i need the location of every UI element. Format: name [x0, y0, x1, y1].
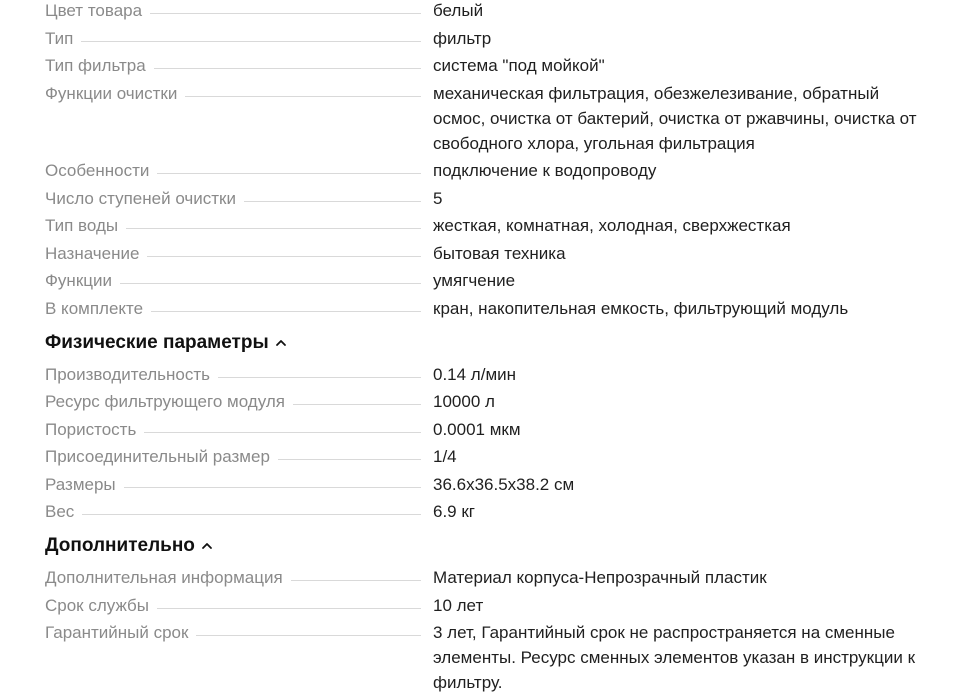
spec-label: Ресурс фильтрующего модуля [45, 392, 285, 411]
dotted-leader [153, 67, 421, 69]
dotted-leader [144, 431, 421, 433]
spec-row: Срок службы 10 лет [45, 593, 935, 618]
spec-value: жесткая, комнатная, холодная, сверхжестк… [433, 216, 791, 235]
dotted-leader [277, 458, 421, 460]
dotted-leader [243, 200, 421, 202]
chevron-up-icon[interactable] [201, 540, 213, 552]
dotted-leader [157, 172, 421, 174]
spec-label: В комплекте [45, 298, 144, 318]
spec-value: подключение к водопроводу [433, 161, 657, 180]
spec-value: кран, накопительная емкость, фильтрующий… [433, 298, 849, 318]
spec-label: Цвет товара [45, 1, 143, 20]
spec-label: Вес [45, 502, 75, 521]
spec-value: 36.6x36.5x38.2 см [433, 474, 575, 494]
spec-row: Функции очистки механическая фильтрация,… [45, 81, 935, 156]
spec-label: Пористость [45, 419, 137, 439]
dotted-leader [126, 227, 421, 229]
spec-row: Ресурс фильтрующего модуля 10000 л [45, 389, 935, 414]
dotted-leader [123, 486, 421, 488]
section-title: Физические параметры [45, 331, 269, 353]
spec-value: 6.9 кг [433, 502, 475, 521]
dotted-leader [292, 403, 421, 405]
spec-label: Тип [45, 28, 74, 48]
spec-value: 5 [433, 188, 443, 208]
dotted-leader [119, 282, 421, 284]
dotted-leader [156, 607, 421, 609]
spec-label: Функции [45, 271, 112, 290]
spec-row: Назначение бытовая техника [45, 241, 935, 266]
spec-value: умягчение [433, 271, 516, 290]
section-header-extra[interactable]: Дополнительно [45, 531, 935, 561]
dotted-leader [151, 310, 421, 312]
dotted-leader [196, 634, 421, 636]
spec-label: Присоединительный размер [45, 447, 270, 466]
spec-value: 3 лет, Гарантийный срок не распространяе… [433, 623, 916, 692]
spec-value: 0.0001 мкм [433, 419, 521, 439]
spec-row: Особенности подключение к водопроводу [45, 158, 935, 183]
spec-label: Тип фильтра [45, 56, 146, 75]
chevron-up-icon[interactable] [275, 337, 287, 349]
spec-label: Производительность [45, 364, 211, 384]
spec-row: Пористость 0.0001 мкм [45, 417, 935, 442]
spec-row: Гарантийный срок 3 лет, Гарантийный срок… [45, 620, 935, 695]
spec-row: Тип воды жесткая, комнатная, холодная, с… [45, 213, 935, 238]
dotted-leader [82, 513, 421, 515]
dotted-leader [81, 40, 421, 42]
spec-row: Дополнительная информация Материал корпу… [45, 565, 935, 590]
spec-label: Число ступеней очистки [45, 188, 236, 208]
spec-label: Тип воды [45, 216, 119, 235]
spec-value: система "под мойкой" [433, 56, 605, 75]
spec-label: Функции очистки [45, 83, 178, 103]
spec-label: Размеры [45, 474, 116, 494]
spec-value: белый [433, 1, 484, 20]
dotted-leader [185, 95, 421, 97]
spec-label: Особенности [45, 161, 150, 180]
dotted-leader [147, 255, 421, 257]
spec-row: Функции умягчение [45, 268, 935, 293]
product-specs: Цвет товара белый Тип фильтр Тип фильтра… [45, 0, 935, 698]
spec-row: Цвет товара белый [45, 0, 935, 23]
dotted-leader [218, 376, 421, 378]
spec-value: бытовая техника [433, 243, 566, 263]
dotted-leader [290, 579, 421, 581]
spec-row: Размеры 36.6x36.5x38.2 см [45, 472, 935, 497]
section-header-physical[interactable]: Физические параметры [45, 328, 935, 358]
spec-row: Присоединительный размер 1/4 [45, 444, 935, 469]
spec-value: Материал корпуса-Непрозрачный пластик [433, 568, 767, 587]
spec-label: Дополнительная информация [45, 568, 283, 587]
spec-row: Вес 6.9 кг [45, 499, 935, 524]
spec-row: Тип фильтра система "под мойкой" [45, 53, 935, 78]
dotted-leader [150, 12, 421, 14]
spec-row: В комплекте кран, накопительная емкость,… [45, 296, 935, 321]
spec-label: Гарантийный срок [45, 623, 189, 642]
spec-label: Срок службы [45, 595, 149, 615]
spec-label: Назначение [45, 243, 140, 263]
spec-row: Тип фильтр [45, 26, 935, 51]
spec-row: Производительность 0.14 л/мин [45, 362, 935, 387]
specs-group-extra: Дополнительная информация Материал корпу… [45, 565, 935, 695]
specs-group-general: Цвет товара белый Тип фильтр Тип фильтра… [45, 0, 935, 321]
spec-value: 1/4 [433, 447, 457, 466]
spec-value: 0.14 л/мин [433, 364, 517, 384]
section-title: Дополнительно [45, 535, 195, 556]
spec-value: фильтр [433, 28, 492, 48]
spec-row: Число ступеней очистки 5 [45, 186, 935, 211]
spec-value: 10 лет [433, 595, 484, 615]
spec-value: 10000 л [433, 392, 495, 411]
specs-group-physical: Производительность 0.14 л/мин Ресурс фил… [45, 362, 935, 525]
spec-value: механическая фильтрация, обезжелезивание… [433, 83, 917, 153]
